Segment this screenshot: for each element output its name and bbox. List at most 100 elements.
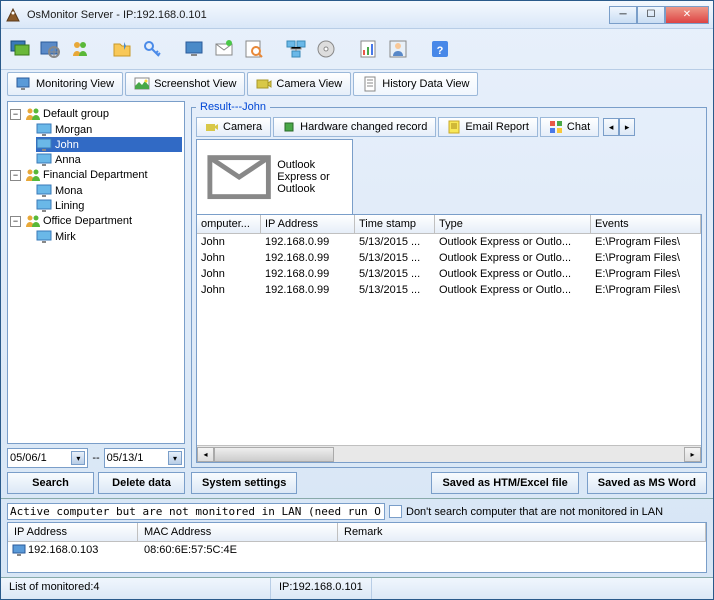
table-row[interactable]: John192.168.0.995/13/2015 ...Outlook Exp… <box>197 234 701 250</box>
tb-users-icon[interactable] <box>67 36 93 62</box>
pc-icon <box>36 138 52 151</box>
col-type[interactable]: Type <box>435 215 591 233</box>
pc-icon <box>36 184 52 197</box>
statusbar: List of monitored:4 IP:192.168.0.101 <box>1 577 713 599</box>
titlebar[interactable]: OsMonitor Server - IP:192.168.0.101 ─ ☐ … <box>1 1 713 29</box>
tree-user[interactable]: Anna <box>36 152 182 167</box>
tab-history[interactable]: History Data View <box>353 72 478 96</box>
monitor-icon <box>16 76 32 92</box>
scroll-right-icon[interactable]: ▸ <box>684 447 701 462</box>
tree-group[interactable]: −Default group <box>10 106 182 122</box>
tree-user[interactable]: Lining <box>36 198 182 213</box>
col-timestamp[interactable]: Time stamp <box>355 215 435 233</box>
close-button[interactable]: ✕ <box>665 6 709 24</box>
active-subtab[interactable]: Outlook Express or Outlook <box>196 139 353 215</box>
status-message[interactable] <box>7 503 385 520</box>
tab-monitoring[interactable]: Monitoring View <box>7 72 123 96</box>
col-mac[interactable]: MAC Address <box>138 523 338 541</box>
scroll-thumb[interactable] <box>214 447 334 462</box>
unmonitored-row[interactable]: 192.168.0.103 08:60:6E:57:5C:4E <box>8 542 706 558</box>
app-icon <box>5 7 21 23</box>
tb-monitor-icon[interactable] <box>7 36 33 62</box>
tb-folder-icon[interactable] <box>109 36 135 62</box>
doc-icon <box>447 120 461 134</box>
tb-mail-icon[interactable] <box>211 36 237 62</box>
photo-icon <box>134 76 150 92</box>
group-icon <box>25 107 41 121</box>
table-row[interactable]: John192.168.0.995/13/2015 ...Outlook Exp… <box>197 250 701 266</box>
result-panel: Result---John Camera Hardware changed re… <box>191 101 707 468</box>
scroll-left-icon[interactable]: ◂ <box>197 447 214 462</box>
pc-small-icon <box>12 544 26 556</box>
group-icon <box>25 214 41 228</box>
system-settings-button[interactable]: System settings <box>191 472 297 494</box>
tab-scroll-left[interactable]: ◂ <box>603 118 619 136</box>
apple-icon <box>549 120 563 134</box>
tb-person-icon[interactable] <box>385 36 411 62</box>
camera-icon <box>256 76 272 92</box>
toolbar: ? <box>1 29 713 69</box>
date-from[interactable]: 05/06/1▾ <box>7 448 88 468</box>
dont-search-checkbox[interactable] <box>389 505 402 518</box>
chip-icon <box>282 120 296 134</box>
tree-user[interactable]: Morgan <box>36 122 182 137</box>
tab-camera[interactable]: Camera View <box>247 72 351 96</box>
lower-panel: Don't search computer that are not monit… <box>1 498 713 577</box>
tb-help-icon[interactable]: ? <box>427 36 453 62</box>
tb-network-icon[interactable] <box>283 36 309 62</box>
table-row[interactable]: John192.168.0.995/13/2015 ...Outlook Exp… <box>197 266 701 282</box>
camera-icon <box>205 120 219 134</box>
delete-button[interactable]: Delete data <box>98 472 185 494</box>
status-ip: IP:192.168.0.101 <box>271 578 372 599</box>
user-tree[interactable]: −Default group Morgan John Anna −Financi… <box>7 101 185 444</box>
subtab-camera[interactable]: Camera <box>196 117 271 137</box>
tb-screen-icon[interactable] <box>181 36 207 62</box>
tab-scroll-right[interactable]: ▸ <box>619 118 635 136</box>
tree-user[interactable]: Mirk <box>36 229 182 244</box>
col-ip[interactable]: IP Address <box>261 215 355 233</box>
col-ip2[interactable]: IP Address <box>8 523 138 541</box>
window-title: OsMonitor Server - IP:192.168.0.101 <box>27 9 609 21</box>
dropdown-icon[interactable]: ▾ <box>71 451 85 465</box>
tree-group[interactable]: −Financial Department <box>10 167 182 183</box>
mail-icon <box>205 143 273 211</box>
tb-search-icon[interactable] <box>241 36 267 62</box>
tb-settings-icon[interactable] <box>37 36 63 62</box>
result-grid: omputer... IP Address Time stamp Type Ev… <box>196 214 702 463</box>
maximize-button[interactable]: ☐ <box>637 6 665 24</box>
dropdown-icon: ▾ <box>168 451 182 465</box>
pc-icon <box>36 230 52 243</box>
date-sep: -- <box>92 452 99 464</box>
subtab-chat[interactable]: Chat <box>540 117 599 137</box>
h-scrollbar[interactable]: ◂ ▸ <box>197 445 701 462</box>
tree-group[interactable]: −Office Department <box>10 213 182 229</box>
tb-report-icon[interactable] <box>355 36 381 62</box>
tb-disc-icon[interactable] <box>313 36 339 62</box>
left-pane: −Default group Morgan John Anna −Financi… <box>7 101 185 494</box>
subtab-email[interactable]: Email Report <box>438 117 538 137</box>
collapse-icon[interactable]: − <box>10 109 21 120</box>
tab-screenshot[interactable]: Screenshot View <box>125 72 245 96</box>
tb-key-icon[interactable] <box>139 36 165 62</box>
collapse-icon[interactable]: − <box>10 170 21 181</box>
search-button[interactable]: Search <box>7 472 94 494</box>
date-to[interactable]: 05/13/1▾ <box>104 448 185 468</box>
save-htm-button[interactable]: Saved as HTM/Excel file <box>431 472 578 494</box>
status-monitored: List of monitored:4 <box>1 578 271 599</box>
tree-user[interactable]: Mona <box>36 183 182 198</box>
subtab-hardware[interactable]: Hardware changed record <box>273 117 436 137</box>
pc-icon <box>36 199 52 212</box>
col-remark[interactable]: Remark <box>338 523 706 541</box>
col-computer[interactable]: omputer... <box>197 215 261 233</box>
unmonitored-grid: IP Address MAC Address Remark 192.168.0.… <box>7 522 707 573</box>
main-window: OsMonitor Server - IP:192.168.0.101 ─ ☐ … <box>0 0 714 600</box>
col-events[interactable]: Events <box>591 215 701 233</box>
minimize-button[interactable]: ─ <box>609 6 637 24</box>
save-word-button[interactable]: Saved as MS Word <box>587 472 707 494</box>
pc-icon <box>36 153 52 166</box>
collapse-icon[interactable]: − <box>10 216 21 227</box>
checkbox-label: Don't search computer that are not monit… <box>406 506 663 518</box>
tree-user-selected[interactable]: John <box>36 137 182 152</box>
pc-icon <box>36 123 52 136</box>
table-row[interactable]: John192.168.0.995/13/2015 ...Outlook Exp… <box>197 282 701 298</box>
